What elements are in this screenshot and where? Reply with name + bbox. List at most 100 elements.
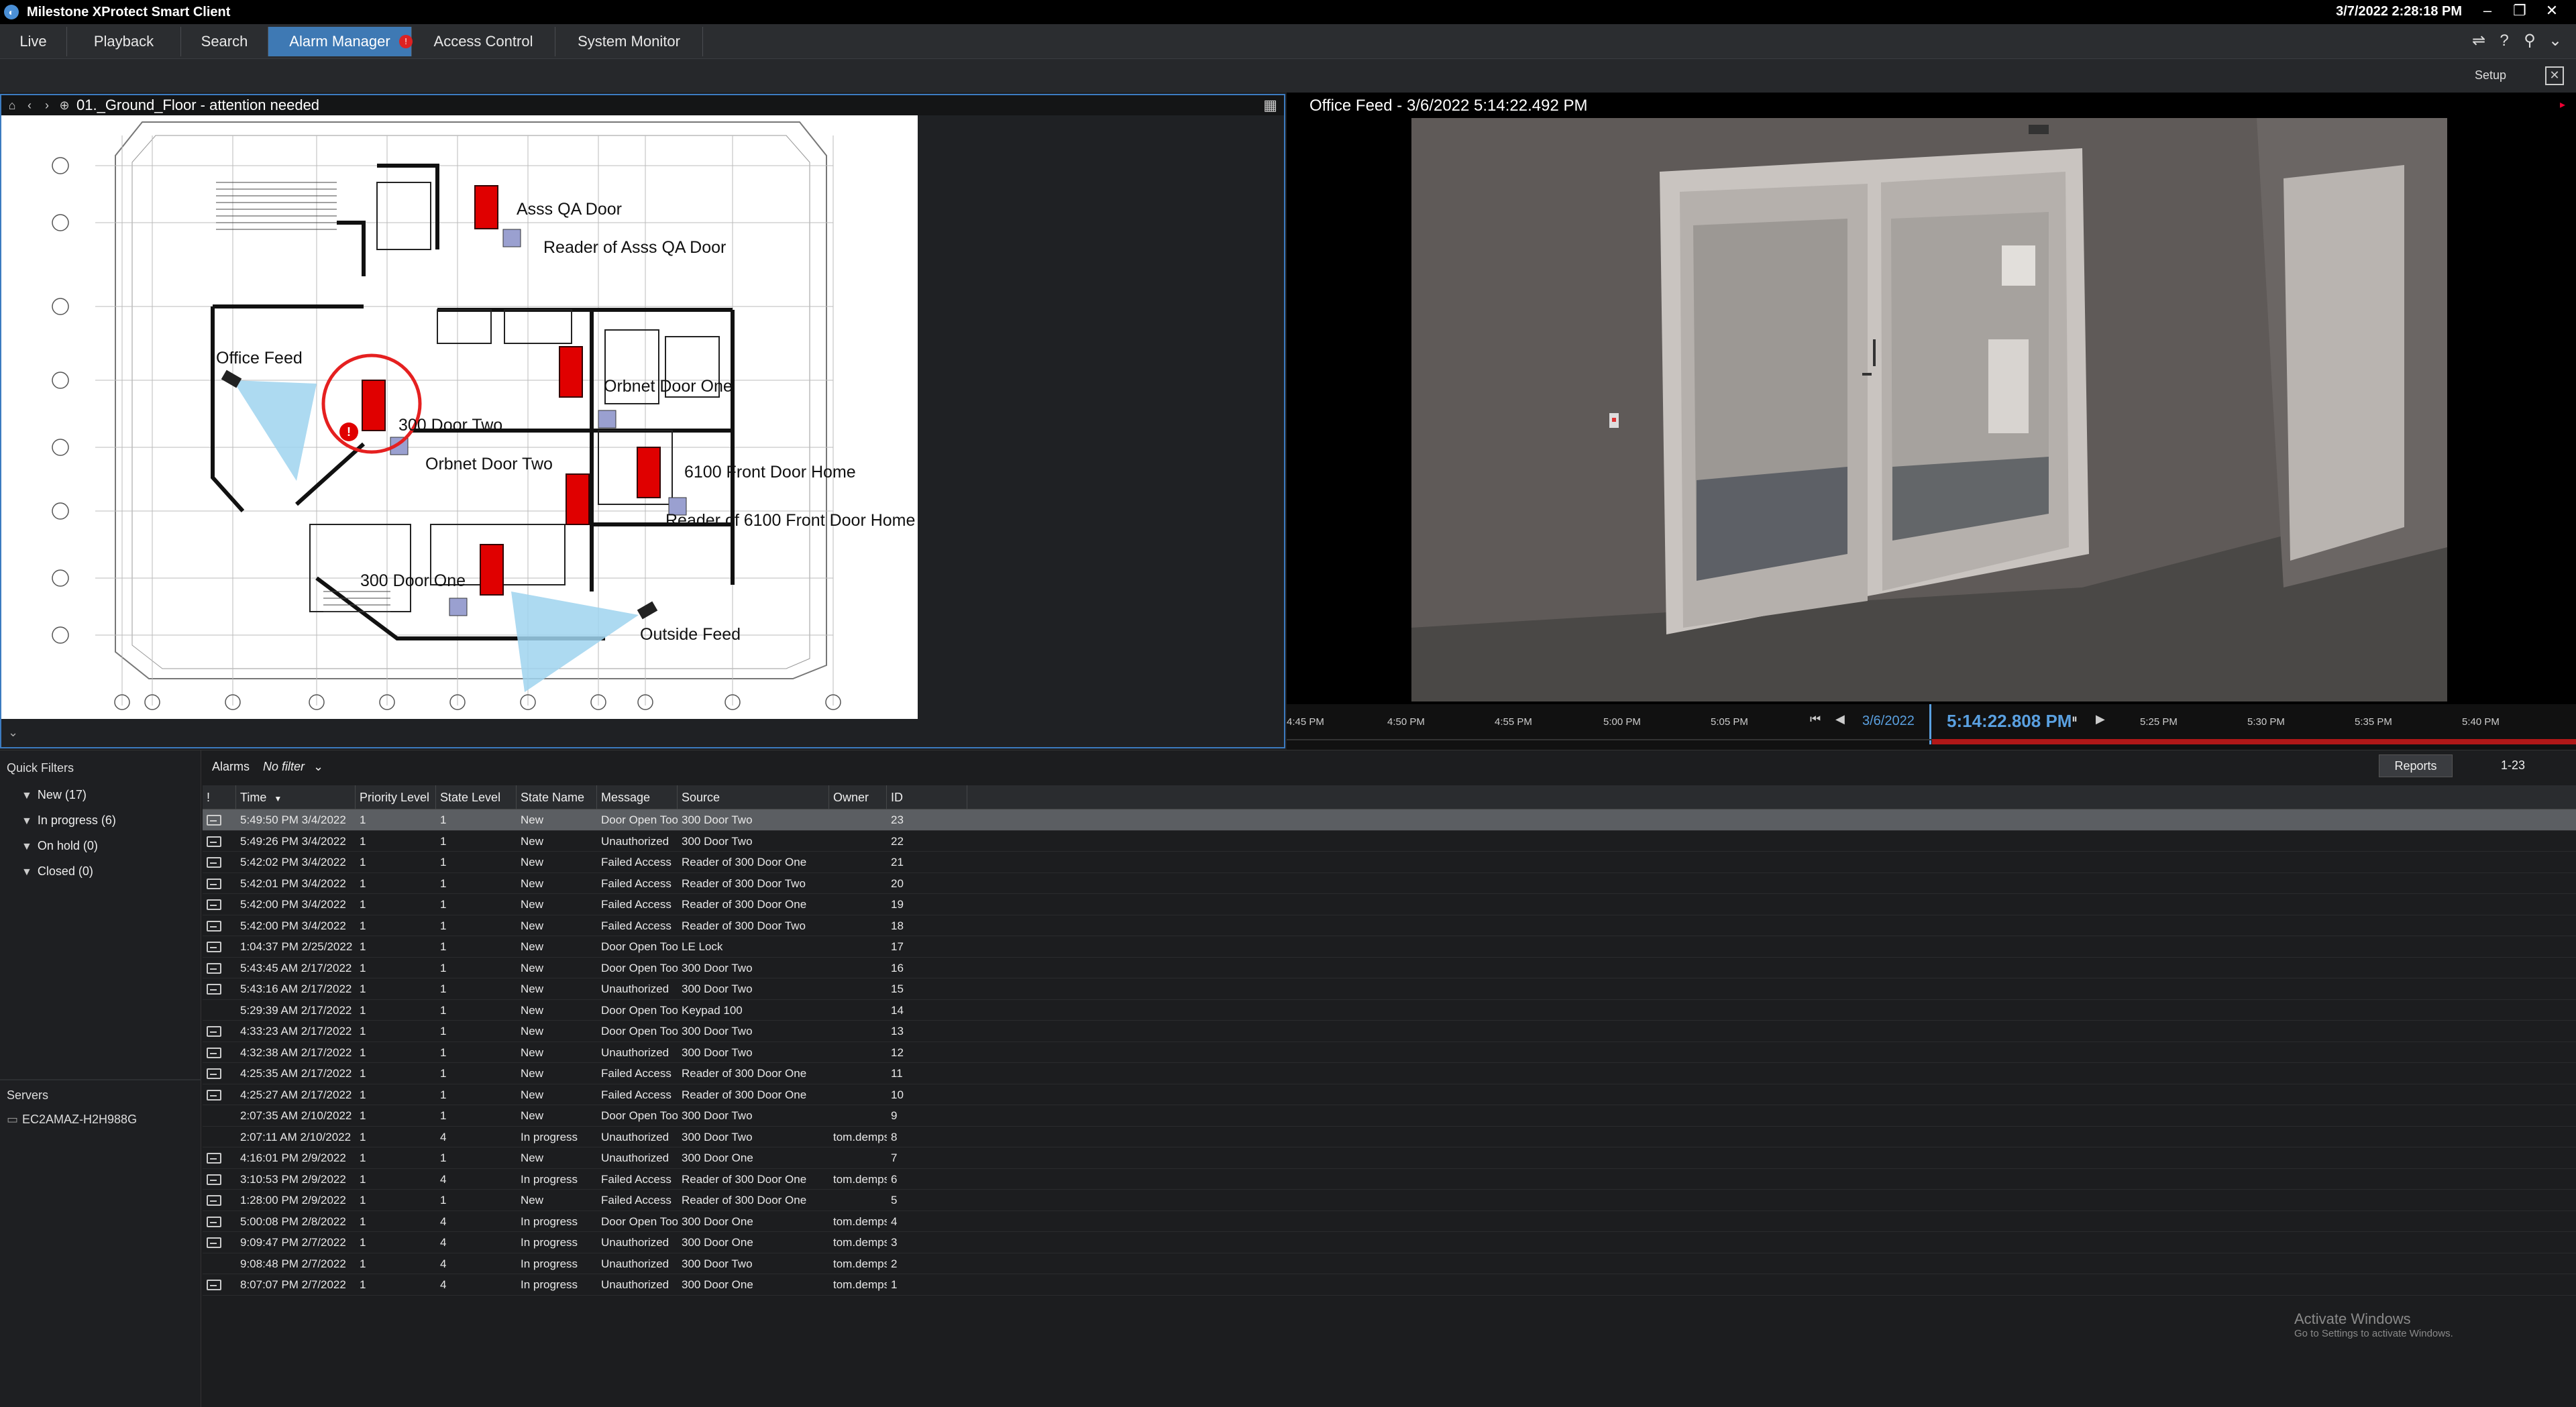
alarm-filter-dropdown[interactable]: No filter ⌄: [263, 760, 323, 774]
camera-video-frame[interactable]: [1411, 118, 2447, 701]
snapshot-icon[interactable]: [207, 1089, 221, 1101]
tab-alarm-manager[interactable]: Alarm Manager !: [268, 27, 413, 56]
step-back-icon[interactable]: ◀: [1835, 712, 1845, 726]
timeline-cursor[interactable]: [1929, 704, 1931, 744]
snapshot-icon[interactable]: [207, 1216, 221, 1227]
quick-filter-in-progress[interactable]: ▼ In progress (6): [21, 813, 116, 828]
table-row[interactable]: 5:43:45 AM 2/17/2022 1 1 New Door Open Too L…: [203, 958, 2576, 978]
snapshot-icon[interactable]: [207, 899, 221, 910]
minimize-icon[interactable]: –: [2473, 0, 2502, 24]
snapshot-icon[interactable]: [207, 857, 221, 868]
snapshot-icon[interactable]: [207, 984, 221, 995]
table-row[interactable]: 5:43:16 AM 2/17/2022 1 1 New Unauthorized 300…: [203, 978, 2576, 1000]
snapshot-icon[interactable]: [207, 1047, 221, 1058]
col-state-name[interactable]: State Name: [517, 785, 597, 809]
table-row[interactable]: 8:07:07 PM 2/7/2022 1 4 In progress Unauthor…: [203, 1274, 2576, 1296]
table-row[interactable]: 5:42:00 PM 3/4/2022 1 1 New Failed Access Rea…: [203, 915, 2576, 936]
pause-icon[interactable]: ⏸: [2072, 712, 2078, 726]
col-priority-level[interactable]: Priority Level: [356, 785, 436, 809]
setup-button[interactable]: Setup: [2475, 68, 2506, 82]
table-row[interactable]: 4:25:27 AM 2/17/2022 1 1 New Failed Access Re…: [203, 1084, 2576, 1105]
table-row[interactable]: 4:16:01 PM 2/9/2022 1 1 New Unauthorized 300 …: [203, 1147, 2576, 1169]
snapshot-icon[interactable]: [207, 942, 221, 952]
map-label-6100-front-door-home[interactable]: 6100 Front Door Home: [684, 463, 856, 482]
tab-playback[interactable]: Playback: [67, 27, 181, 56]
col-priority-flag[interactable]: !: [203, 785, 236, 809]
tab-access-control[interactable]: Access Control: [412, 27, 555, 56]
snapshot-icon[interactable]: [207, 1068, 221, 1079]
tab-system-monitor[interactable]: System Monitor: [555, 27, 703, 56]
help-icon[interactable]: ?: [2494, 31, 2514, 51]
map-label-outside-feed[interactable]: Outside Feed: [640, 625, 741, 644]
snapshot-icon[interactable]: [207, 1026, 221, 1037]
col-time[interactable]: Time ▼: [236, 785, 356, 809]
table-row[interactable]: 4:32:38 AM 2/17/2022 1 1 New Unauthorized 300…: [203, 1042, 2576, 1063]
snapshot-icon[interactable]: [207, 836, 221, 847]
skip-back-icon[interactable]: ⏮: [1810, 712, 1821, 726]
table-row[interactable]: 3:10:53 PM 2/9/2022 1 4 In progress Failed A…: [203, 1169, 2576, 1190]
table-row[interactable]: 2:07:35 AM 2/10/2022 1 1 New Door Open Too L…: [203, 1105, 2576, 1127]
map-label-orbnet-door-one[interactable]: Orbnet Door One: [604, 377, 733, 396]
cell-snapshot: [203, 1211, 236, 1232]
map-label-orbnet-door-two[interactable]: Orbnet Door Two: [425, 455, 553, 473]
snapshot-icon[interactable]: [207, 815, 221, 826]
quick-filter-new[interactable]: ▼ New (17): [21, 788, 87, 802]
map-label-300-door-two[interactable]: 300 Door Two: [398, 416, 502, 435]
table-row[interactable]: 5:42:02 PM 3/4/2022 1 1 New Failed Access Rea…: [203, 852, 2576, 873]
map-overview-icon[interactable]: ▦: [1263, 97, 1277, 114]
map-label-300-door-one[interactable]: 300 Door One: [360, 571, 466, 590]
collapse-chevron-icon[interactable]: ⌄: [8, 726, 18, 740]
table-row[interactable]: 4:33:23 AM 2/17/2022 1 1 New Door Open Too L…: [203, 1021, 2576, 1042]
table-row[interactable]: 5:49:50 PM 3/4/2022 1 1 New Door Open Too Lo…: [203, 809, 2576, 831]
snapshot-icon[interactable]: [207, 878, 221, 889]
snapshot-icon[interactable]: [207, 920, 221, 932]
server-item[interactable]: ▭ EC2AMAZ-H2H988G: [7, 1113, 137, 1127]
snapshot-icon[interactable]: [207, 1195, 221, 1206]
close-icon[interactable]: ✕: [2537, 0, 2567, 24]
table-row[interactable]: 9:09:47 PM 2/7/2022 1 4 In progress Unauthor…: [203, 1232, 2576, 1253]
restore-icon[interactable]: ❐: [2505, 0, 2534, 24]
forward-icon[interactable]: ›: [40, 99, 54, 113]
table-row[interactable]: 1:04:37 PM 2/25/2022 1 1 New Door Open Too L…: [203, 936, 2576, 958]
map-label-asss-qa-door[interactable]: Asss QA Door: [517, 200, 622, 219]
snapshot-icon[interactable]: [207, 1237, 221, 1248]
timeline-date[interactable]: 3/6/2022: [1862, 714, 1915, 729]
home-icon[interactable]: ⌂: [5, 99, 19, 113]
back-icon[interactable]: ‹: [23, 99, 36, 113]
table-row[interactable]: 2:07:11 AM 2/10/2022 1 4 In progress Unautho…: [203, 1127, 2576, 1147]
col-id[interactable]: ID: [887, 785, 967, 809]
table-row[interactable]: 5:42:01 PM 3/4/2022 1 1 New Failed Access Rea…: [203, 873, 2576, 894]
quick-filter-closed[interactable]: ▼ Closed (0): [21, 864, 93, 879]
snapshot-icon[interactable]: [207, 1280, 221, 1290]
step-forward-icon[interactable]: ▶: [2096, 712, 2105, 726]
timeline-current-time[interactable]: 5:14:22.808 PM: [1947, 711, 2072, 732]
table-row[interactable]: 5:00:08 PM 2/8/2022 1 4 In progress Door Ope…: [203, 1211, 2576, 1232]
connection-icon[interactable]: ⇌: [2469, 31, 2489, 51]
table-row[interactable]: 4:25:35 AM 2/17/2022 1 1 New Failed Access Re…: [203, 1063, 2576, 1084]
cell-time: 9:09:47 PM 2/7/2022: [240, 1236, 346, 1249]
fullscreen-icon[interactable]: ✕: [2545, 66, 2564, 85]
chevron-down-icon[interactable]: ⌄: [2545, 31, 2565, 51]
map-label-reader-6100[interactable]: Reader of 6100 Front Door Home: [665, 511, 915, 530]
col-source[interactable]: Source: [678, 785, 829, 809]
map-label-reader-asss-qa-door[interactable]: Reader of Asss QA Door: [543, 238, 726, 257]
table-row[interactable]: 5:49:26 PM 3/4/2022 1 1 New Unauthorized 300 …: [203, 831, 2576, 852]
reports-button[interactable]: Reports: [2379, 754, 2453, 777]
tab-live[interactable]: Live: [0, 27, 67, 56]
pin-icon[interactable]: ⚲: [2520, 31, 2540, 51]
map-label-office-feed[interactable]: Office Feed: [216, 349, 303, 368]
table-row[interactable]: 5:29:39 AM 2/17/2022 1 1 New Door Open Too L…: [203, 1000, 2576, 1021]
quick-filter-on-hold[interactable]: ▼ On hold (0): [21, 839, 98, 853]
col-owner[interactable]: Owner: [829, 785, 887, 809]
col-message[interactable]: Message: [597, 785, 678, 809]
floor-plan-map[interactable]: ! Asss QA Door Reader of Asss QA Door Of…: [1, 115, 918, 719]
tab-search[interactable]: Search: [181, 27, 268, 56]
playback-timeline[interactable]: 4:45 PM 4:50 PM 4:55 PM 5:00 PM 5:05 PM …: [1287, 704, 2576, 750]
table-row[interactable]: 9:08:48 PM 2/7/2022 1 4 In progress Unauthor…: [203, 1253, 2576, 1274]
snapshot-icon[interactable]: [207, 962, 221, 974]
col-state-level[interactable]: State Level: [436, 785, 517, 809]
snapshot-icon[interactable]: [207, 1153, 221, 1164]
snapshot-icon[interactable]: [207, 1174, 221, 1185]
table-row[interactable]: 5:42:00 PM 3/4/2022 1 1 New Failed Access Rea…: [203, 894, 2576, 915]
table-row[interactable]: 1:28:00 PM 2/9/2022 1 1 New Failed Access Rea…: [203, 1190, 2576, 1211]
